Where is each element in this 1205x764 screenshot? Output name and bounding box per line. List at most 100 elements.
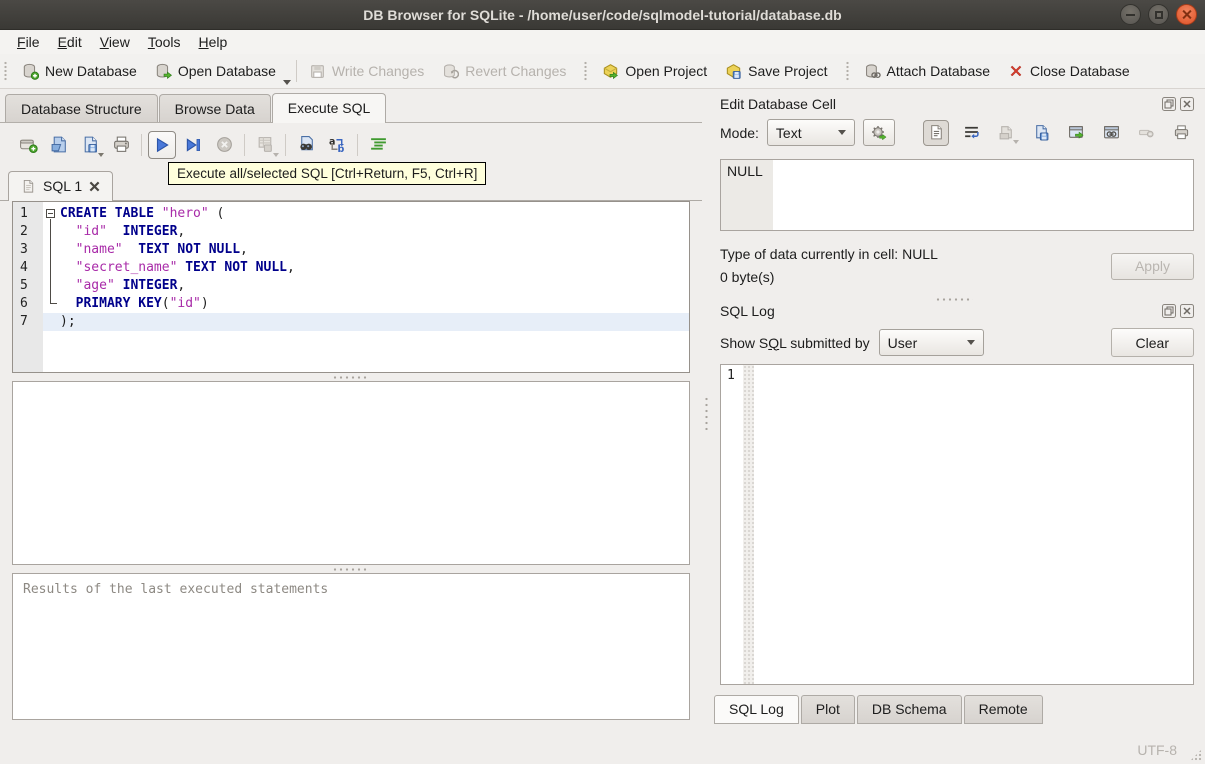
code-line[interactable]: "secret_name" TEXT NOT NULL, <box>43 259 689 277</box>
editor-grid-splitter[interactable] <box>0 373 702 381</box>
new-database-button[interactable]: New Database <box>13 59 146 84</box>
revert-changes-button[interactable]: Revert Changes <box>433 59 575 84</box>
submitted-by-select[interactable]: User <box>878 329 984 356</box>
cell-mode-row: Mode: Text <box>712 116 1196 146</box>
tab-remote[interactable]: Remote <box>963 695 1043 724</box>
tab-database-structure[interactable]: Database Structure <box>5 94 158 122</box>
code-line[interactable]: "name" TEXT NOT NULL, <box>43 241 689 259</box>
log-line-number: 1 <box>727 368 735 383</box>
word-wrap-icon <box>964 126 979 139</box>
sql-code-lines[interactable]: CREATE TABLE "hero" ( "id" INTEGER, "nam… <box>43 205 689 331</box>
sql-editor-tab[interactable]: SQL 1 <box>8 171 114 201</box>
submitted-by-value: User <box>887 334 918 351</box>
save-project-button[interactable]: Save Project <box>716 59 836 84</box>
sql-log-title: SQL Log <box>720 303 775 319</box>
grid-results-splitter[interactable] <box>0 565 702 573</box>
results-grid-pane[interactable] <box>12 381 690 565</box>
print-button[interactable] <box>107 131 135 159</box>
revert-changes-label: Revert Changes <box>465 63 567 79</box>
tab-execute-sql[interactable]: Execute SQL <box>271 93 387 123</box>
text-mode-button[interactable] <box>923 119 949 146</box>
stop-button[interactable] <box>210 131 238 159</box>
save-results-dropdown-icon[interactable] <box>273 152 279 157</box>
save-sql-dropdown-icon[interactable] <box>98 152 104 157</box>
clear-button[interactable]: Clear <box>1110 328 1194 357</box>
write-changes-button[interactable]: Write Changes <box>300 59 433 84</box>
copy-link-button[interactable] <box>1098 120 1124 146</box>
format-button[interactable] <box>364 131 392 159</box>
menu-view[interactable]: View <box>91 32 139 52</box>
close-tab-icon[interactable] <box>89 181 100 192</box>
close-icon[interactable] <box>1176 4 1197 25</box>
gear-import-button[interactable] <box>862 119 895 146</box>
tab-browse-data[interactable]: Browse Data <box>158 94 271 122</box>
tab-sql-log[interactable]: SQL Log <box>714 695 799 724</box>
cell-value-editor[interactable]: NULL <box>720 159 1194 231</box>
open-sql-file-button[interactable] <box>45 131 73 159</box>
sql-log-gutter: 1 <box>721 365 743 684</box>
copy-link-icon <box>1103 126 1119 139</box>
fold-marker-icon[interactable] <box>46 209 55 218</box>
close-dock-icon[interactable] <box>1180 304 1194 318</box>
dock-tabbar: SQL Log Plot DB Schema Remote <box>714 695 1196 724</box>
dock-splitter[interactable] <box>712 295 1196 303</box>
maximize-icon[interactable] <box>1148 4 1169 25</box>
mode-select[interactable]: Text <box>766 119 855 146</box>
menu-edit[interactable]: Edit <box>49 32 91 52</box>
panel-splitter[interactable] <box>702 90 710 735</box>
export-data-button[interactable] <box>1028 120 1054 146</box>
replace-button[interactable]: ab <box>323 131 351 159</box>
close-database-button[interactable]: Close Database <box>999 59 1139 83</box>
float-icon[interactable] <box>1162 304 1176 318</box>
execute-all-icon <box>156 137 169 152</box>
execute-line-icon <box>186 137 200 152</box>
code-line[interactable]: "id" INTEGER, <box>43 223 689 241</box>
word-wrap-button[interactable] <box>958 120 984 146</box>
open-tab-button[interactable] <box>14 131 42 159</box>
cell-value: NULL <box>727 163 763 179</box>
resize-grip[interactable] <box>1190 749 1202 761</box>
save-results-icon <box>258 137 272 152</box>
code-line[interactable]: "age" INTEGER, <box>43 277 689 295</box>
execute-line-button[interactable] <box>179 131 207 159</box>
save-results-button[interactable] <box>251 131 279 159</box>
toolbar-drag-handle[interactable] <box>844 61 850 81</box>
open-database-button[interactable]: Open Database <box>146 59 285 84</box>
open-database-dropdown-icon[interactable] <box>282 80 291 85</box>
attach-database-button[interactable]: Attach Database <box>855 59 1000 84</box>
menu-help[interactable]: Help <box>190 32 237 52</box>
print-cell-button[interactable] <box>1168 120 1194 146</box>
open-project-button[interactable]: Open Project <box>593 59 716 84</box>
save-sql-file-button[interactable] <box>76 131 104 159</box>
execute-all-button[interactable] <box>148 130 176 159</box>
window-controls <box>1120 4 1197 25</box>
execute-sql-panel: Database Structure Browse Data Execute S… <box>0 90 702 735</box>
open-database-icon <box>156 63 172 79</box>
print-cell-icon <box>1174 125 1188 140</box>
execution-log-pane[interactable]: Results of the last executed statements <box>12 573 690 720</box>
set-null-button[interactable] <box>1133 120 1159 146</box>
code-line[interactable]: PRIMARY KEY("id") <box>43 295 689 313</box>
sql-log-editor[interactable]: 1 <box>720 364 1194 685</box>
menu-tools[interactable]: Tools <box>139 32 190 52</box>
sql-editor[interactable]: 1234567 CREATE TABLE "hero" ( "id" INTEG… <box>12 201 690 373</box>
code-line[interactable]: CREATE TABLE "hero" ( <box>43 205 689 223</box>
import-data-button[interactable] <box>993 120 1019 146</box>
tab-db-schema[interactable]: DB Schema <box>856 695 962 724</box>
float-icon[interactable] <box>1162 97 1176 111</box>
apply-button[interactable]: Apply <box>1110 252 1194 280</box>
code-line[interactable]: ); <box>43 313 689 331</box>
new-database-icon <box>23 63 39 80</box>
toolbar-drag-handle[interactable] <box>583 61 589 81</box>
menubar: File Edit View Tools Help <box>0 30 1205 54</box>
find-button[interactable] <box>292 131 320 159</box>
open-external-button[interactable] <box>1063 120 1089 146</box>
close-dock-icon[interactable] <box>1180 97 1194 111</box>
menu-file[interactable]: File <box>8 32 49 52</box>
edit-cell-title: Edit Database Cell <box>720 96 836 112</box>
tab-plot[interactable]: Plot <box>800 695 855 724</box>
toolbar-drag-handle[interactable] <box>3 61 8 81</box>
stop-icon <box>216 137 232 152</box>
minimize-icon[interactable] <box>1120 4 1141 25</box>
encoding-indicator[interactable]: UTF-8 <box>1137 742 1177 758</box>
